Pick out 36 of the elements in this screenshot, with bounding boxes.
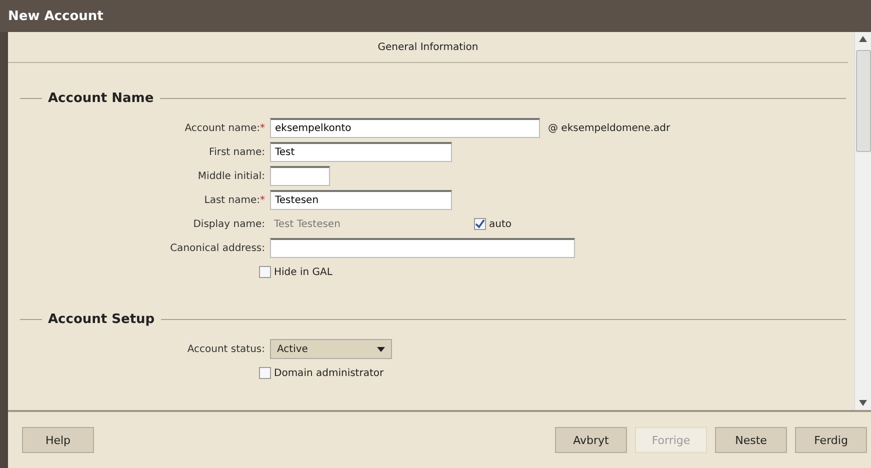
text-field[interactable]: Test bbox=[270, 142, 452, 162]
scrollbar[interactable] bbox=[854, 32, 871, 410]
field-label: Account name: bbox=[184, 122, 260, 134]
checkbox-label: auto bbox=[489, 218, 512, 230]
text-field[interactable]: Testesen bbox=[270, 190, 452, 210]
field-label: Middle initial: bbox=[198, 170, 265, 182]
field-label: First name: bbox=[209, 146, 265, 158]
dialog-button[interactable]: Help bbox=[22, 427, 94, 453]
scroll-down-icon[interactable] bbox=[859, 400, 867, 406]
window-title: New Account bbox=[0, 0, 871, 32]
dialog-button[interactable]: Ferdig bbox=[795, 427, 867, 453]
field-label: Display name: bbox=[193, 218, 265, 230]
section-title: Account Setup bbox=[48, 312, 155, 327]
dialog-button[interactable]: Neste bbox=[715, 427, 787, 453]
checkbox-label: Domain administrator bbox=[274, 368, 384, 378]
text-field[interactable] bbox=[270, 166, 330, 186]
checkbox[interactable] bbox=[259, 266, 271, 278]
text-field[interactable] bbox=[270, 238, 575, 258]
field-label: Last name: bbox=[204, 194, 260, 206]
checkbox-label: Hide in GAL bbox=[274, 266, 332, 278]
checkbox[interactable] bbox=[259, 367, 271, 379]
text-field[interactable]: eksempelkonto bbox=[270, 118, 540, 138]
page-header: General Information bbox=[8, 32, 848, 63]
status-dropdown[interactable]: Active bbox=[270, 339, 392, 359]
scroll-thumb[interactable] bbox=[856, 50, 870, 152]
field-label: Account status: bbox=[187, 344, 265, 354]
display-name-value: Test Testesen bbox=[273, 218, 342, 230]
domain-suffix: @ eksempeldomene.adr bbox=[548, 122, 670, 134]
required-mark: * bbox=[260, 122, 265, 134]
section-title: Account Name bbox=[48, 91, 154, 106]
required-mark: * bbox=[260, 194, 265, 206]
scroll-up-icon[interactable] bbox=[859, 36, 867, 42]
dropdown-arrow-icon bbox=[377, 346, 385, 352]
checkbox[interactable] bbox=[474, 218, 486, 230]
field-label: Canonical address: bbox=[170, 242, 265, 254]
dialog-button[interactable]: Avbryt bbox=[555, 427, 627, 453]
